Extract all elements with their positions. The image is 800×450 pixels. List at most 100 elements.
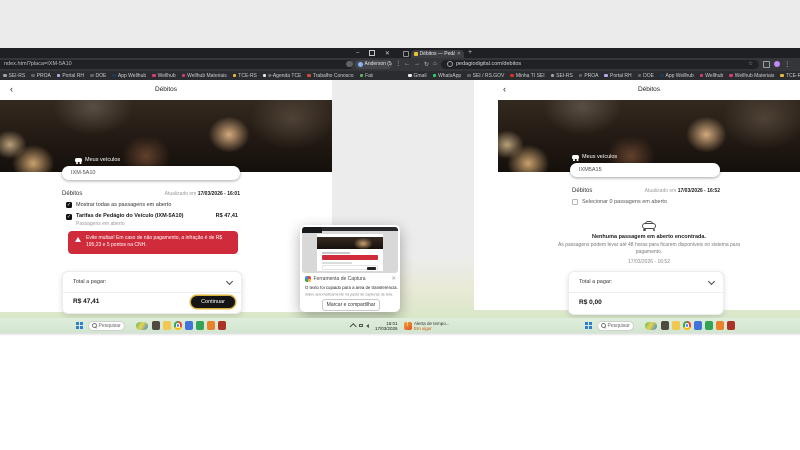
bookmark-item[interactable]: DOE [90,73,106,79]
chrome-app-icon[interactable] [683,321,692,330]
item-title: Tarifas de Pedágio do Veículo (IXM-5A10) [76,213,183,219]
taskbar-search[interactable]: Pesquisar [597,321,634,331]
minimize-icon[interactable]: – [356,50,359,56]
tab-search-icon[interactable] [403,51,409,57]
bookmark-item[interactable]: SEI-RS [551,73,573,79]
copilot-icon[interactable] [136,322,148,330]
bookmark-label: TCE-RS [238,73,257,79]
back-nav-icon[interactable]: ← [404,61,410,67]
site-info-icon[interactable] [447,61,453,67]
copilot-icon[interactable] [645,322,657,330]
taskbar-search[interactable]: Pesquisar [88,321,125,331]
bookmark-item[interactable]: PROA [579,73,599,79]
chevron-down-icon[interactable] [226,277,233,284]
tray-volume-icon[interactable] [366,324,369,328]
powerpoint-app-icon[interactable] [207,321,216,330]
bookmark-item[interactable]: Wellhub Materiais [182,73,227,79]
close-icon[interactable]: ✕ [385,50,390,57]
bookmark-item[interactable]: App Wellhub [660,73,694,79]
bookmark-item[interactable]: TCE-RS [780,73,800,79]
plate-input[interactable]: IXM-5A10 [62,166,240,180]
bookmark-item[interactable]: PROA [31,73,51,79]
bookmark-item[interactable]: DOE [638,73,654,79]
bookmark-favicon [433,74,437,78]
thumb-card [322,265,378,270]
home-icon[interactable]: ⌂ [433,61,437,67]
plate-input[interactable]: IXM5A15 [570,163,720,177]
profile-chip[interactable]: Anderson (5) [355,60,392,69]
bookmark-item[interactable]: WhatsApp [433,73,462,79]
divider [63,292,241,293]
tray-clock[interactable]: 16:01 17/03/2026 [375,321,398,331]
checkbox-unchecked-icon[interactable] [572,199,578,205]
bookmark-item[interactable]: App Wellhub [112,73,146,79]
explorer-app-icon[interactable] [661,321,670,330]
bookmark-star-icon[interactable]: ☆ [748,61,753,67]
excel-app-icon[interactable] [705,321,714,330]
share-button[interactable]: Marcar e compartilhar [322,299,380,311]
select-checkbox-row[interactable]: Selecionar 0 passagens em aberto [572,199,667,205]
bookmark-item[interactable]: Portal RH [57,73,84,79]
bookmark-item[interactable]: Wellhub Materiais [729,73,774,79]
bookmark-label: Trabalho Conosco [313,73,354,79]
menu-kebab-icon[interactable]: ⋮ [784,60,791,68]
powerpoint-app-icon[interactable] [716,321,725,330]
bookmark-item[interactable]: Trabalho Conosco [307,73,353,79]
extension-icon[interactable] [346,61,353,68]
bookmark-item[interactable]: Faixas e Materiais [360,73,373,79]
close-icon[interactable]: ✕ [391,276,396,282]
media-app-icon[interactable] [727,321,736,330]
bookmark-item[interactable]: Gmail [408,73,427,79]
forward-nav-icon[interactable]: → [414,61,420,67]
total-label: Total a pagar: [579,279,612,285]
tab-close-icon[interactable]: ✕ [457,51,461,57]
bookmark-item[interactable]: Portal RH [604,73,631,79]
show-all-checkbox-row[interactable]: ✓ Mostrar todas as passagens em aberto [66,202,171,208]
tray-chevron-up-icon[interactable] [350,323,356,329]
snip-notification-window[interactable]: Ferramenta de Captura ✕ O texto foi copi… [300,225,400,312]
bookmark-item[interactable]: Wellhub [152,73,175,79]
bookmark-item[interactable]: SEI-RS [3,73,25,79]
bookmark-label: Minha TI SEI [516,73,545,79]
windows-start-icon[interactable] [585,322,593,330]
chrome-app-icon[interactable] [174,321,183,330]
total-row[interactable]: Total a pagar: [73,279,232,285]
profile-avatar[interactable] [774,61,780,67]
teams-app-icon[interactable] [185,321,194,330]
media-app-icon[interactable] [218,321,227,330]
bookmark-item[interactable]: TCE-RS [233,73,257,79]
weather-widget[interactable]: Alerta de tempo... Em vigor [404,321,450,331]
bookmark-item[interactable]: SEI / RS.GOV [467,73,504,79]
extensions-icon[interactable] [763,61,770,68]
teams-app-icon[interactable] [694,321,703,330]
browser-tab[interactable]: Débitos — Pedágio Digital ✕ [411,50,464,59]
updated-value: 17/03/2026 - 16:01 [198,191,240,197]
show-all-label: Mostrar todas as passagens em aberto [76,202,171,208]
maximize-icon[interactable] [369,50,375,56]
total-row[interactable]: Total a pagar: [579,279,714,285]
total-amount: R$ 47,41 [73,298,99,305]
menu-kebab-icon[interactable]: ⋮ [395,59,402,67]
checkbox-checked-icon[interactable]: ✓ [66,214,72,220]
bookmark-item[interactable]: Minha TI SEI [510,73,544,79]
bookmark-label: Portal RH [62,73,84,79]
bookmark-item[interactable]: e-Agenda TCE [263,73,301,79]
checkbox-checked-icon[interactable]: ✓ [66,202,72,208]
select-label: Selecionar 0 passagens em aberto [582,199,667,205]
tray-display-icon[interactable] [359,324,364,328]
bookmarks-right: Gmail WhatsApp SEI / RS.GOV Minha TI SEI SEI… [408,71,800,80]
address-bar-right[interactable]: pedagiodigital.com/debitos ☆ [441,60,759,70]
excel-app-icon[interactable] [196,321,205,330]
folder-app-icon[interactable] [672,321,681,330]
chevron-down-icon[interactable] [708,277,715,284]
snip-thumbnail[interactable] [302,227,398,273]
new-tab-icon[interactable]: + [468,49,472,56]
bookmark-item[interactable]: Wellhub [700,73,723,79]
reload-icon[interactable]: ↻ [424,61,429,68]
address-bar-left[interactable]: ndex.html?placa=IXM-5A10 [0,60,353,70]
folder-app-icon[interactable] [163,321,172,330]
continue-button[interactable]: Continuar [191,296,235,308]
explorer-app-icon[interactable] [152,321,161,330]
windows-start-icon[interactable] [76,322,84,330]
bookmark-favicon [182,74,186,78]
